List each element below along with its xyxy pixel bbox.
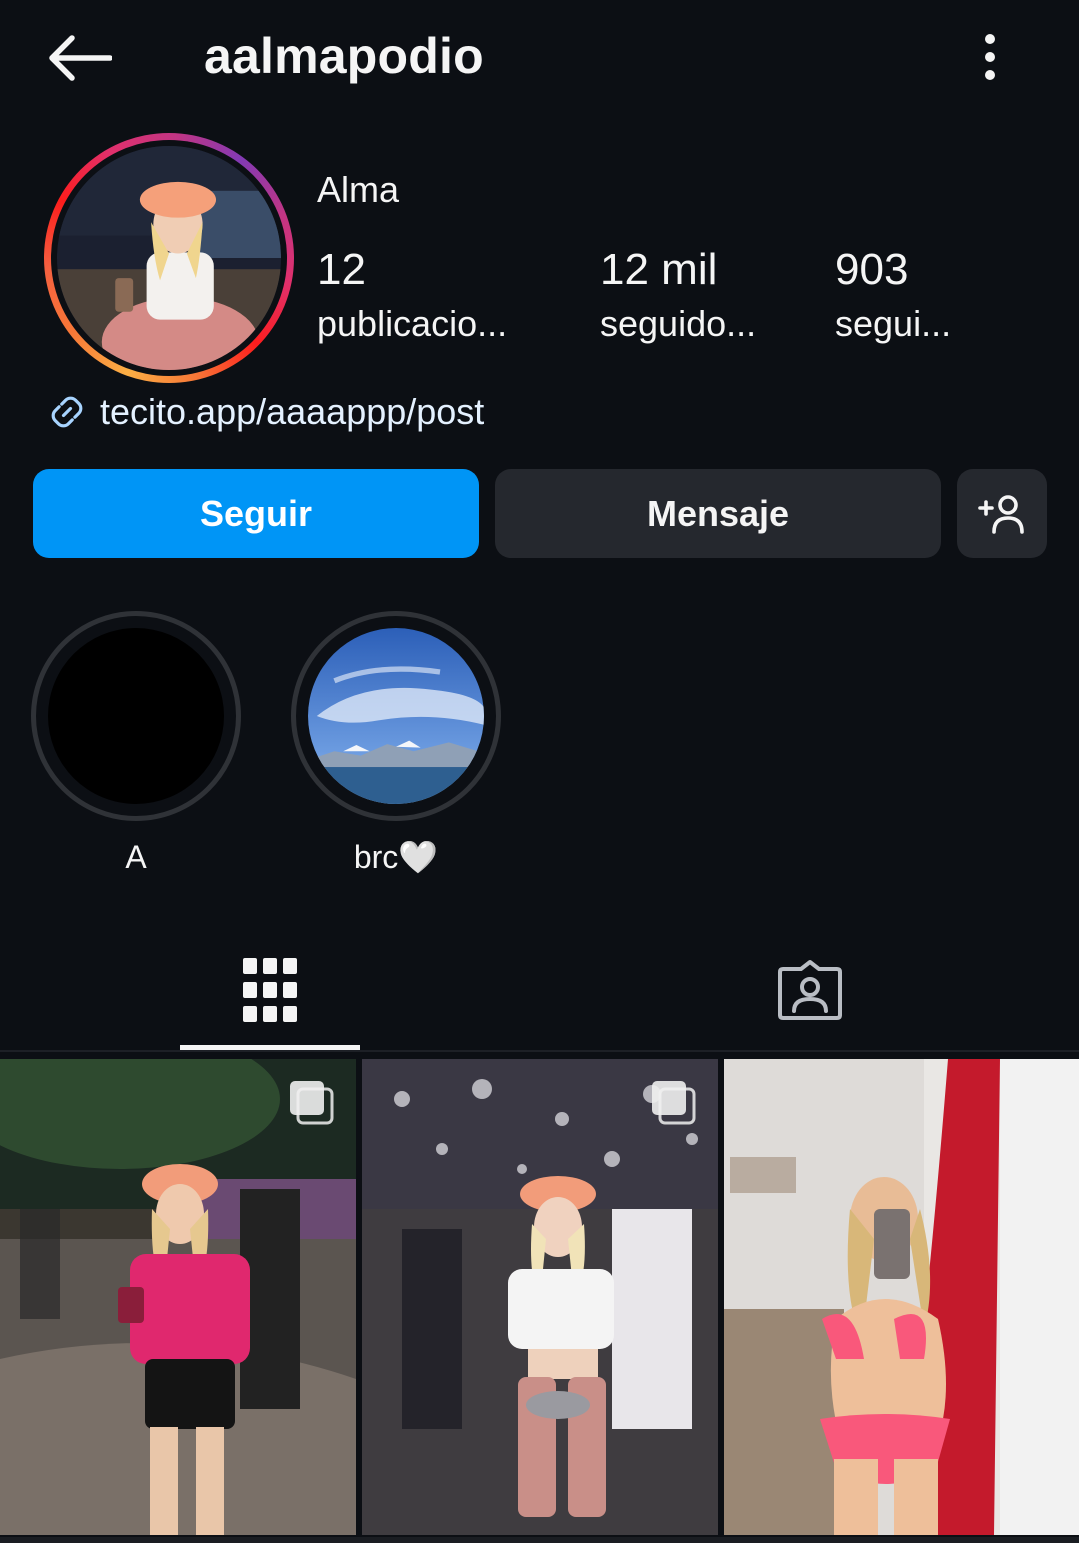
highlight-label: A: [125, 839, 147, 875]
stat-following[interactable]: 903 segui...: [835, 244, 951, 346]
post-thumbnail[interactable]: [362, 1059, 718, 1535]
post-thumbnail[interactable]: [724, 1059, 1079, 1535]
stat-following-value: 903: [835, 245, 909, 294]
add-person-icon: [978, 494, 1024, 534]
stat-posts-value: 12: [317, 245, 366, 294]
highlight-item[interactable]: brc🤍: [291, 611, 501, 877]
post-thumbnail[interactable]: [0, 1059, 356, 1535]
profile-username: aalmapodio: [204, 28, 484, 84]
arrow-left-icon: [49, 35, 112, 81]
more-vertical-icon: [985, 34, 995, 80]
stat-posts[interactable]: 12 publicacio...: [317, 244, 507, 346]
profile-avatar-story-ring[interactable]: [44, 133, 294, 383]
stat-followers-value: 12 mil: [600, 245, 718, 294]
link-icon: [51, 396, 83, 428]
stat-following-label: segui...: [835, 303, 952, 344]
next-row-edge: [0, 1537, 1079, 1543]
tabs-divider: [0, 1050, 1079, 1052]
stat-posts-label: publicacio...: [317, 303, 508, 344]
profile-link-text: tecito.app/aaaappp/post: [100, 391, 485, 432]
avatar: [57, 146, 281, 370]
multiple-photos-icon: [652, 1081, 696, 1125]
highlight-cover: [48, 628, 224, 804]
profile-link[interactable]: tecito.app/aaaappp/post: [46, 388, 484, 436]
highlight-label: brc🤍: [353, 839, 439, 875]
back-button[interactable]: [40, 26, 116, 90]
more-options-button[interactable]: [964, 24, 1016, 90]
tagged-person-icon: [778, 960, 842, 1020]
highlight-item[interactable]: A: [31, 611, 241, 877]
tab-posts-grid[interactable]: [180, 930, 360, 1050]
follow-button[interactable]: Seguir: [33, 469, 479, 558]
multiple-photos-icon: [290, 1081, 334, 1125]
highlight-cover: [308, 628, 484, 804]
tab-tagged[interactable]: [720, 930, 900, 1050]
profile-page: aalmapodio Alma 12 publicacio... 12 mil …: [0, 0, 1079, 1543]
stat-followers-label: seguido...: [600, 303, 757, 344]
message-button[interactable]: Mensaje: [495, 469, 941, 558]
top-bar: aalmapodio: [0, 0, 1079, 118]
grid-icon: [243, 958, 297, 1022]
stat-followers[interactable]: 12 mil seguido...: [600, 244, 756, 346]
profile-display-name: Alma: [317, 169, 400, 210]
suggested-people-button[interactable]: [957, 469, 1047, 558]
